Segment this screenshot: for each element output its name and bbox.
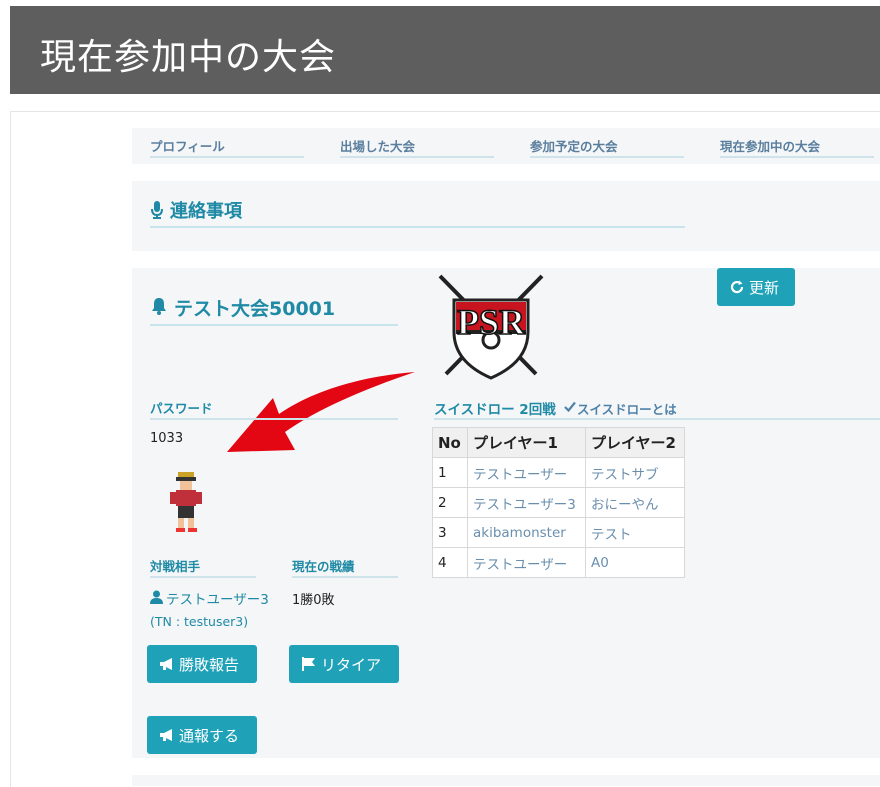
bell-icon: [152, 298, 166, 315]
retire-label: リタイア: [321, 656, 382, 674]
report-result-button[interactable]: 勝敗報告: [147, 645, 257, 683]
tournament-heading: テスト大会50001: [150, 292, 398, 326]
notice-title: 連絡事項: [170, 201, 242, 222]
report-user-label: 通報する: [179, 727, 240, 745]
player-avatar: [170, 472, 202, 532]
logo-text: PSR: [457, 302, 526, 342]
table-row: 3 akibamonster テスト: [432, 517, 685, 548]
refresh-icon: [730, 280, 744, 294]
column-header-player2: プレイヤー2: [585, 427, 685, 458]
row-no: 1: [432, 457, 468, 488]
title-bar: 現在参加中の大会: [10, 6, 880, 94]
row-no: 2: [432, 487, 468, 518]
microphone-icon: [151, 201, 163, 219]
bullhorn-icon: [160, 729, 172, 741]
tab-current-tournaments[interactable]: 現在参加中の大会: [720, 136, 874, 158]
password-value: 1033: [150, 431, 184, 446]
player1-link[interactable]: テストユーザー: [467, 547, 586, 578]
tab-profile[interactable]: プロフィール: [150, 136, 304, 158]
table-row: 1 テストユーザー テストサブ: [432, 457, 685, 488]
round-label: スイスドロー 2回戦: [434, 402, 556, 418]
table-row: 4 テストユーザー A0: [432, 547, 685, 578]
player2-link[interactable]: テストサブ: [585, 457, 685, 488]
flag-icon: [302, 657, 315, 671]
player2-link[interactable]: A0: [585, 547, 685, 578]
profile-tabs: プロフィール 出場した大会 参加予定の大会 現在参加中の大会: [132, 128, 880, 164]
column-header-player1: プレイヤー1: [467, 427, 586, 458]
column-header-no: No: [432, 427, 468, 458]
pairings-table: No プレイヤー1 プレイヤー2 1 テストユーザー テストサブ 2 テストユー…: [432, 427, 685, 578]
password-label: パスワード: [150, 398, 398, 420]
tournament-title: テスト大会50001: [174, 298, 336, 320]
tab-upcoming-tournaments[interactable]: 参加予定の大会: [530, 136, 684, 158]
row-no: 4: [432, 547, 468, 578]
psr-logo: PSR: [438, 274, 544, 380]
refresh-label: 更新: [749, 279, 780, 297]
player2-link[interactable]: テスト: [585, 517, 685, 548]
row-no: 3: [432, 517, 468, 548]
player1-link[interactable]: テストユーザー: [467, 457, 586, 488]
report-result-label: 勝敗報告: [179, 656, 240, 674]
round-heading: スイスドロー 2回戦 スイスドローとは: [434, 398, 880, 420]
check-icon: [564, 401, 576, 412]
record-value: 1勝0敗: [292, 593, 335, 608]
tab-past-tournaments[interactable]: 出場した大会: [340, 136, 494, 158]
table-header-row: No プレイヤー1 プレイヤー2: [432, 427, 685, 458]
opponent-label: 対戦相手: [150, 556, 256, 578]
record-label: 現在の戦績: [292, 556, 398, 578]
tournament-card: テスト大会50001 更新 PSR パスワード 1033 対戦相手 現在の戦績 …: [132, 268, 880, 758]
refresh-button[interactable]: 更新: [717, 268, 795, 306]
table-row: 2 テストユーザー3 おにーやん: [432, 487, 685, 518]
player1-link[interactable]: テストユーザー3: [467, 487, 586, 518]
player1-link[interactable]: akibamonster: [467, 517, 586, 548]
notice-heading: 連絡事項: [150, 196, 685, 228]
notice-card: 連絡事項: [132, 181, 880, 251]
page-title: 現在参加中の大会: [40, 37, 337, 78]
swiss-draw-help-label: スイスドローとは: [577, 402, 677, 417]
opponent-name: テストユーザー3: [166, 592, 269, 608]
user-icon: [150, 590, 163, 604]
opponent-trainer-name: (TN : testuser3): [150, 614, 249, 629]
bullhorn-icon: [160, 658, 172, 670]
next-card: [132, 775, 880, 786]
retire-button[interactable]: リタイア: [289, 645, 399, 683]
player2-link[interactable]: おにーやん: [585, 487, 685, 518]
report-user-button[interactable]: 通報する: [147, 716, 257, 754]
